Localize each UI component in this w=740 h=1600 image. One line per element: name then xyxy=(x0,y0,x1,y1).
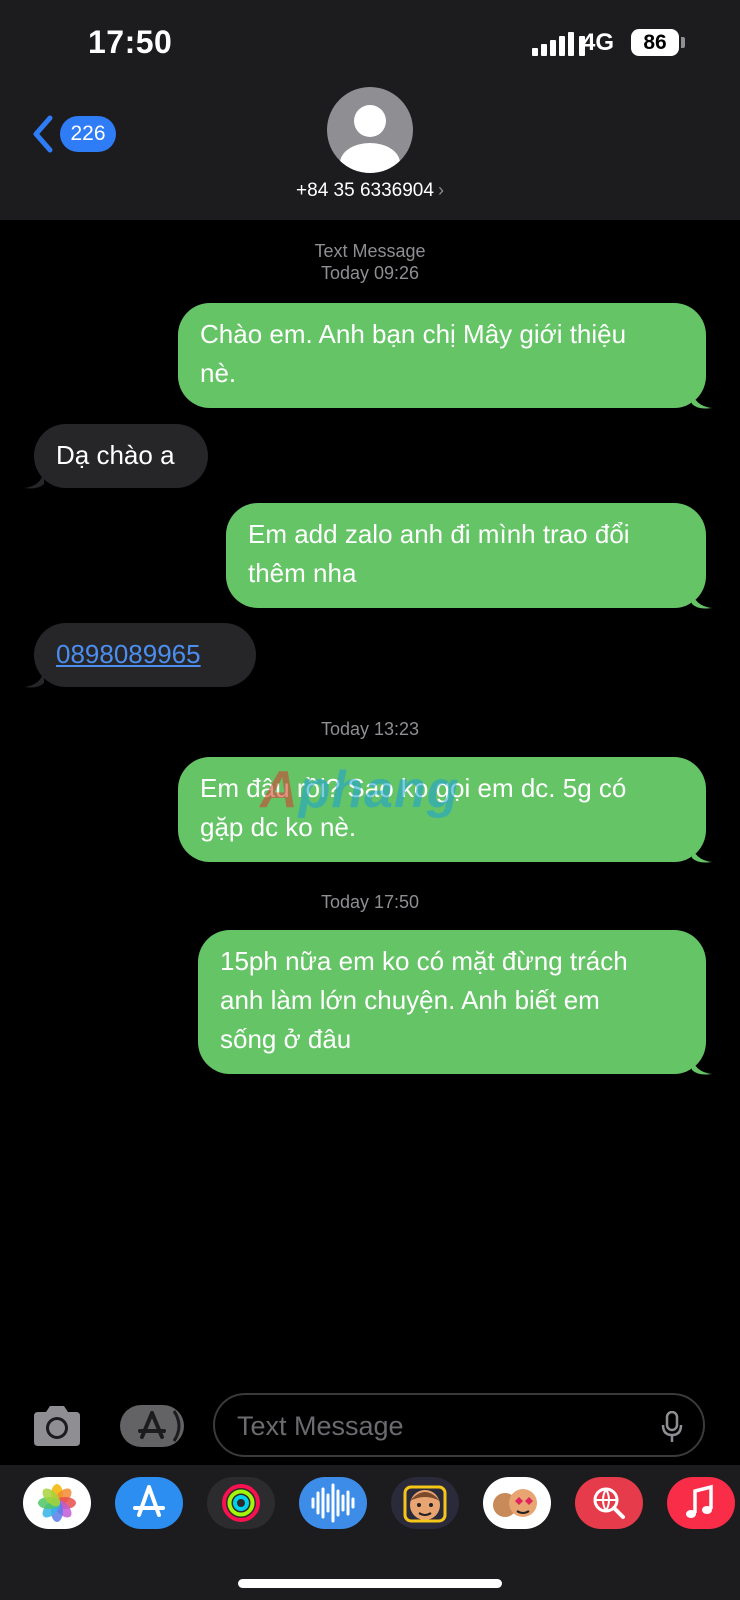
battery-icon xyxy=(681,37,685,48)
message-line: gặp dc ko nè. xyxy=(200,812,357,842)
timestamp-time: Today 13:23 xyxy=(320,719,420,739)
incoming-message[interactable]: Dạ chào a xyxy=(34,424,208,488)
photos-petals xyxy=(38,1484,76,1522)
signal-bars-icon xyxy=(532,32,585,56)
message-line: Dạ chào a xyxy=(56,440,175,470)
message-line: thêm nha xyxy=(248,558,357,588)
sticker-faces xyxy=(493,1489,537,1517)
bubble-tail xyxy=(692,390,712,409)
chevron-right-icon: › xyxy=(437,180,444,200)
status-time: 17:50 xyxy=(88,24,173,60)
message-line: Em đâu rồi? Sao ko gọi em dc. 5g có xyxy=(200,773,627,803)
bubble-tail xyxy=(692,590,712,609)
message-line: 15ph nữa em ko có mặt đừng trách xyxy=(220,946,628,976)
activity-rings xyxy=(222,1484,260,1522)
message-input-container[interactable] xyxy=(213,1393,705,1457)
incoming-message[interactable]: 0898089965 xyxy=(34,623,256,687)
contact-number: +84 35 6336904 xyxy=(296,180,434,201)
timestamp-label: Text Message xyxy=(314,241,426,261)
app-store-icon[interactable] xyxy=(115,1477,183,1529)
contact-avatar[interactable] xyxy=(327,87,413,173)
bubble-tail xyxy=(692,844,712,863)
outgoing-message[interactable]: Em đâu rồi? Sao ko gọi em dc. 5g có gặp … xyxy=(178,757,706,862)
message-line: nè. xyxy=(200,358,237,388)
message-line: sống ở đâu xyxy=(220,1024,352,1054)
message-line: Em add zalo anh đi mình trao đổi xyxy=(248,519,630,549)
fitness-icon[interactable] xyxy=(207,1477,275,1529)
voice-memo-icon[interactable] xyxy=(299,1477,367,1529)
app-store-icon xyxy=(138,1410,181,1442)
network-type: 4G xyxy=(582,29,615,56)
music-note xyxy=(686,1484,713,1518)
globe-search-glyph xyxy=(593,1487,625,1519)
memoji-face xyxy=(403,1485,447,1523)
photos-icon[interactable] xyxy=(23,1477,91,1529)
waveform xyxy=(311,1483,355,1523)
timestamp-header: Text Message Today 09:26 xyxy=(0,240,740,284)
message-input[interactable] xyxy=(237,1407,637,1445)
app-store-glyph xyxy=(133,1485,165,1517)
bubble-tail xyxy=(24,669,44,688)
image-search-icon[interactable] xyxy=(575,1477,643,1529)
bubble-tail xyxy=(24,470,44,489)
outgoing-message[interactable]: Chào em. Anh bạn chị Mây giới thiệu nè. xyxy=(178,303,706,408)
microphone-icon[interactable] xyxy=(661,1411,683,1443)
memoji-stickers-icon[interactable] xyxy=(483,1477,551,1529)
message-line: Chào em. Anh bạn chị Mây giới thiệu xyxy=(200,319,627,349)
contact-name[interactable]: +84 35 6336904 › xyxy=(0,180,740,202)
music-icon[interactable] xyxy=(667,1477,735,1529)
timestamp-time: Today 17:50 xyxy=(320,892,420,912)
outgoing-message[interactable]: 15ph nữa em ko có mặt đừng trách anh làm… xyxy=(198,930,706,1074)
message-line: anh làm lớn chuyện. Anh biết em xyxy=(220,985,600,1015)
timestamp-header: Today 13:23 xyxy=(0,718,740,740)
phone-number-link[interactable]: 0898089965 xyxy=(56,639,201,669)
outgoing-message[interactable]: Em add zalo anh đi mình trao đổi thêm nh… xyxy=(226,503,706,608)
timestamp-time: Today 09:26 xyxy=(320,263,420,283)
person-icon xyxy=(340,105,400,173)
back-button[interactable]: 226 xyxy=(28,114,116,154)
unread-count-badge: 226 xyxy=(60,116,116,152)
app-drawer xyxy=(0,1465,740,1600)
memoji-icon[interactable] xyxy=(391,1477,459,1529)
timestamp-header: Today 17:50 xyxy=(0,891,740,913)
camera-icon[interactable] xyxy=(30,1404,84,1448)
conversation-header: 17:50 4G 86 226 +84 35 6336904 › xyxy=(0,0,740,220)
app-store-button[interactable] xyxy=(120,1405,184,1447)
battery-level: 86 xyxy=(631,29,679,56)
home-indicator[interactable] xyxy=(238,1579,502,1588)
bubble-tail xyxy=(692,1056,712,1075)
chevron-left-icon xyxy=(33,115,53,153)
